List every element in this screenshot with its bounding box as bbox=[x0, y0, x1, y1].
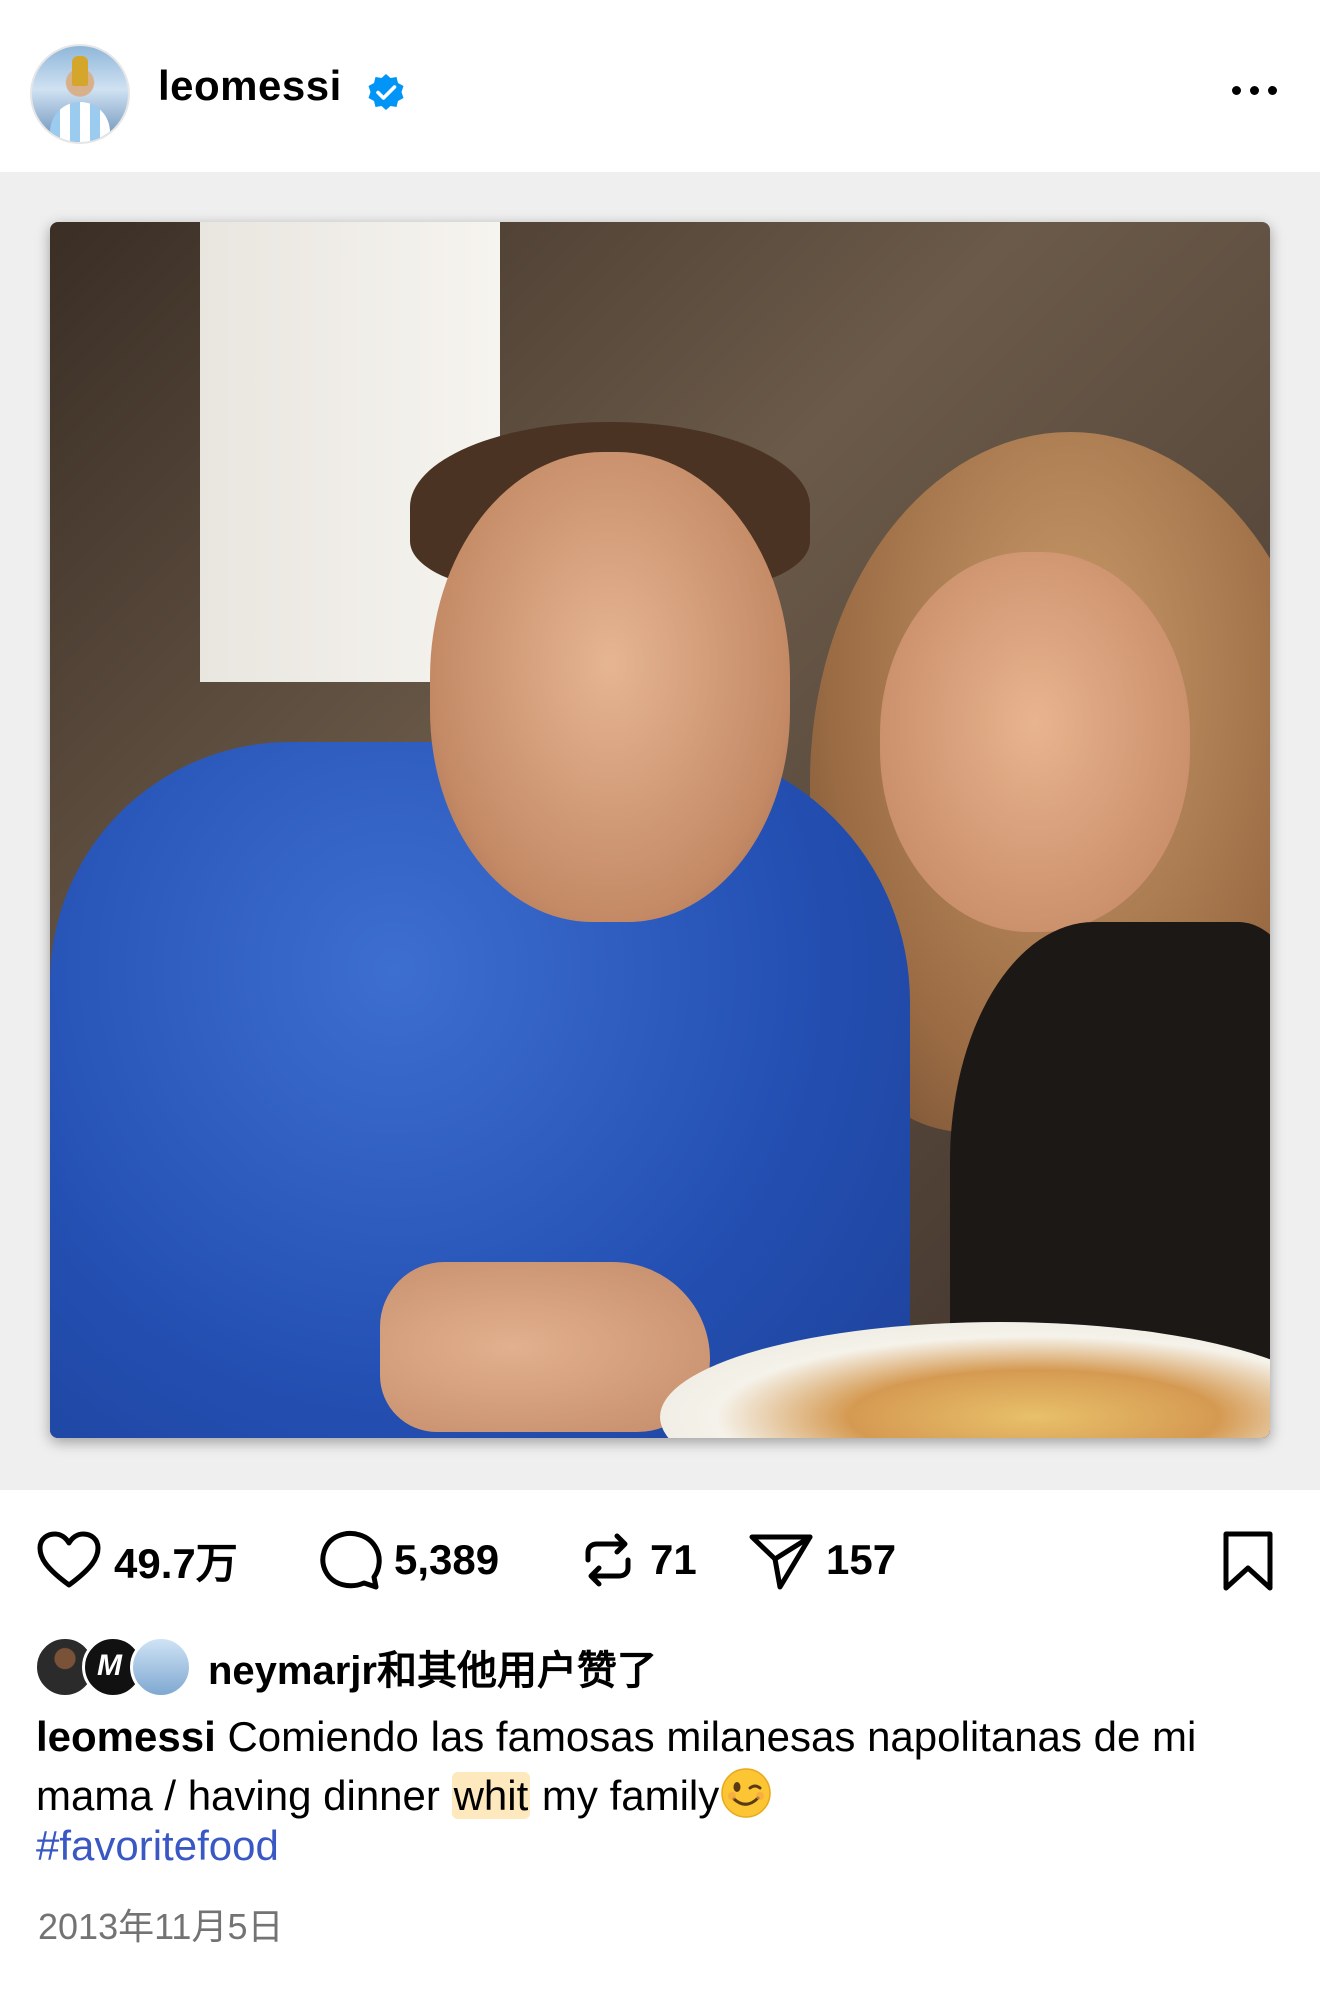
more-options-icon[interactable] bbox=[1224, 70, 1284, 110]
caption-hashtag[interactable]: #favoritefood bbox=[36, 1822, 279, 1870]
send-icon bbox=[749, 1534, 813, 1590]
wink-emoji-icon bbox=[721, 1768, 772, 1818]
post-photo[interactable] bbox=[50, 222, 1270, 1438]
caption-text-end: my family bbox=[530, 1772, 720, 1819]
verified-badge-icon bbox=[368, 74, 404, 110]
caption-username[interactable]: leomessi bbox=[36, 1713, 216, 1760]
like-button[interactable]: 49.7万 bbox=[36, 1530, 238, 1590]
caption-highlight: whit bbox=[451, 1772, 531, 1819]
post-date: 2013年11月5日 bbox=[38, 1906, 284, 1947]
comment-button[interactable]: 5,389 bbox=[318, 1530, 499, 1590]
post-caption: leomessi Comiendo las famosas milanesas … bbox=[36, 1708, 1296, 1825]
photo-hand bbox=[380, 1262, 710, 1432]
profile-avatar[interactable] bbox=[30, 44, 130, 144]
heart-icon bbox=[37, 1531, 101, 1588]
comment-icon bbox=[320, 1531, 382, 1590]
avatar-shirt bbox=[50, 102, 110, 142]
action-bar: 49.7万 5,389 71 157 bbox=[0, 1490, 1320, 1650]
share-button[interactable]: 157 bbox=[748, 1530, 896, 1590]
liked-by-text: neymarjr和其他用户赞了 bbox=[208, 1649, 657, 1693]
post-header: leomessi bbox=[0, 0, 1320, 172]
liker-avatar bbox=[130, 1636, 192, 1698]
comment-count: 5,389 bbox=[394, 1536, 500, 1583]
repost-count: 71 bbox=[650, 1536, 697, 1583]
share-count: 157 bbox=[826, 1536, 897, 1583]
liked-by-row[interactable]: neymarjr和其他用户赞了 bbox=[34, 1636, 657, 1698]
trophy-icon bbox=[72, 56, 88, 86]
bookmark-icon[interactable] bbox=[1218, 1530, 1278, 1592]
like-count: 49.7万 bbox=[114, 1539, 238, 1587]
repost-icon bbox=[585, 1533, 631, 1587]
photo-person-left-face bbox=[430, 452, 790, 922]
photo-person-right-face bbox=[880, 552, 1190, 932]
post-username[interactable]: leomessi bbox=[158, 62, 342, 110]
repost-button[interactable]: 71 bbox=[578, 1530, 697, 1590]
